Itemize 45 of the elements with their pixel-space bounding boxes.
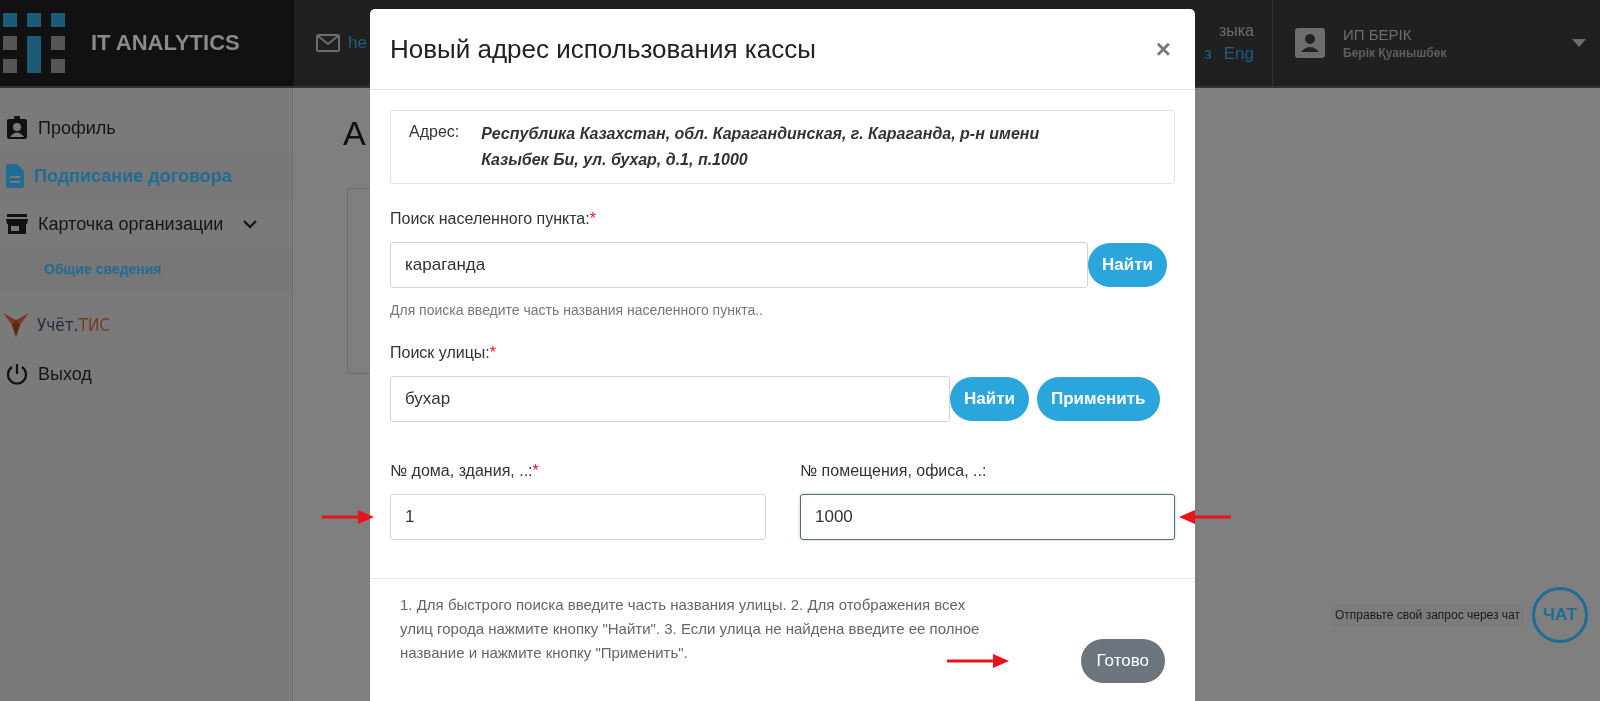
brand-logo-icon <box>3 313 29 337</box>
annotation-arrow <box>322 510 374 524</box>
user-avatar-icon <box>1295 28 1325 58</box>
email-link[interactable]: he <box>348 33 367 53</box>
find-button[interactable]: Найти <box>1088 243 1167 287</box>
caret-icon[interactable] <box>1572 39 1586 47</box>
sidebar-item[interactable]: Карточка организации <box>0 200 292 248</box>
sidebar-label: Профиль <box>38 117 116 139</box>
page-title: А <box>343 114 366 153</box>
user-organization: ИП БЕРІК <box>1343 26 1413 43</box>
logo-text: IT ANALYTICS <box>91 30 240 56</box>
done-button[interactable]: Готово <box>1080 639 1165 683</box>
chevron-icon[interactable] <box>243 219 258 229</box>
document-icon <box>6 164 24 188</box>
field-label: № дома, здания, ..:* <box>390 462 540 480</box>
power-icon <box>6 363 28 385</box>
house-number-field[interactable]: 1 <box>390 494 766 540</box>
sidebar-label: Подписание договора <box>34 165 232 187</box>
sidebar-label: Карточка организации <box>38 213 224 235</box>
brand-name: Учёт.ТИС <box>37 315 110 335</box>
help-text: 1. Для быстрого поиска введите часть названия улицы. 2. Для отображения всех улиц города нажмите кнопку "Найти". 3. Если улица не найдена введите ее полное название и нажмите кнопку "Применить". <box>400 595 981 663</box>
address-label: Адрес: <box>409 122 460 142</box>
modal-title: Новый адрес использования кассы <box>390 33 816 65</box>
apply-button[interactable]: Применить <box>1036 377 1160 421</box>
field-label: № помещения, офиса, ..: <box>800 462 988 480</box>
annotation-arrow <box>1179 510 1231 524</box>
field-hint: Для поиска введите часть названия населенного пункта.. <box>390 302 764 318</box>
store-icon <box>6 214 28 234</box>
sidebar-item[interactable]: Профиль <box>0 104 292 152</box>
language-link[interactable]: Eng <box>1223 44 1254 64</box>
address-value: Республика Казахстан, обл. Карагандинская, г. Караганда, р-н имени Казыбек Би, ул. бухар, д.1, п.1000 <box>481 124 1041 170</box>
field-label: Поиск населенного пункта:* <box>390 210 597 228</box>
mail-icon <box>316 34 340 52</box>
office-number-field[interactable]: 1000 <box>800 494 1175 540</box>
logout-link[interactable]: Выход <box>0 350 292 398</box>
street-search-field[interactable]: бухар <box>390 376 950 422</box>
close-button[interactable]: × <box>1151 33 1175 65</box>
id-badge-icon <box>6 116 28 140</box>
field-label: Поиск улицы:* <box>390 344 498 362</box>
language-link[interactable]: з <box>1203 44 1212 64</box>
annotation-arrow <box>946 654 1009 668</box>
locality-search-field[interactable]: караганда <box>390 242 1088 288</box>
find-button[interactable]: Найти <box>950 377 1029 421</box>
language-title: зыка <box>1218 22 1254 40</box>
user-name: Берік Қуанышбек <box>1343 46 1448 60</box>
